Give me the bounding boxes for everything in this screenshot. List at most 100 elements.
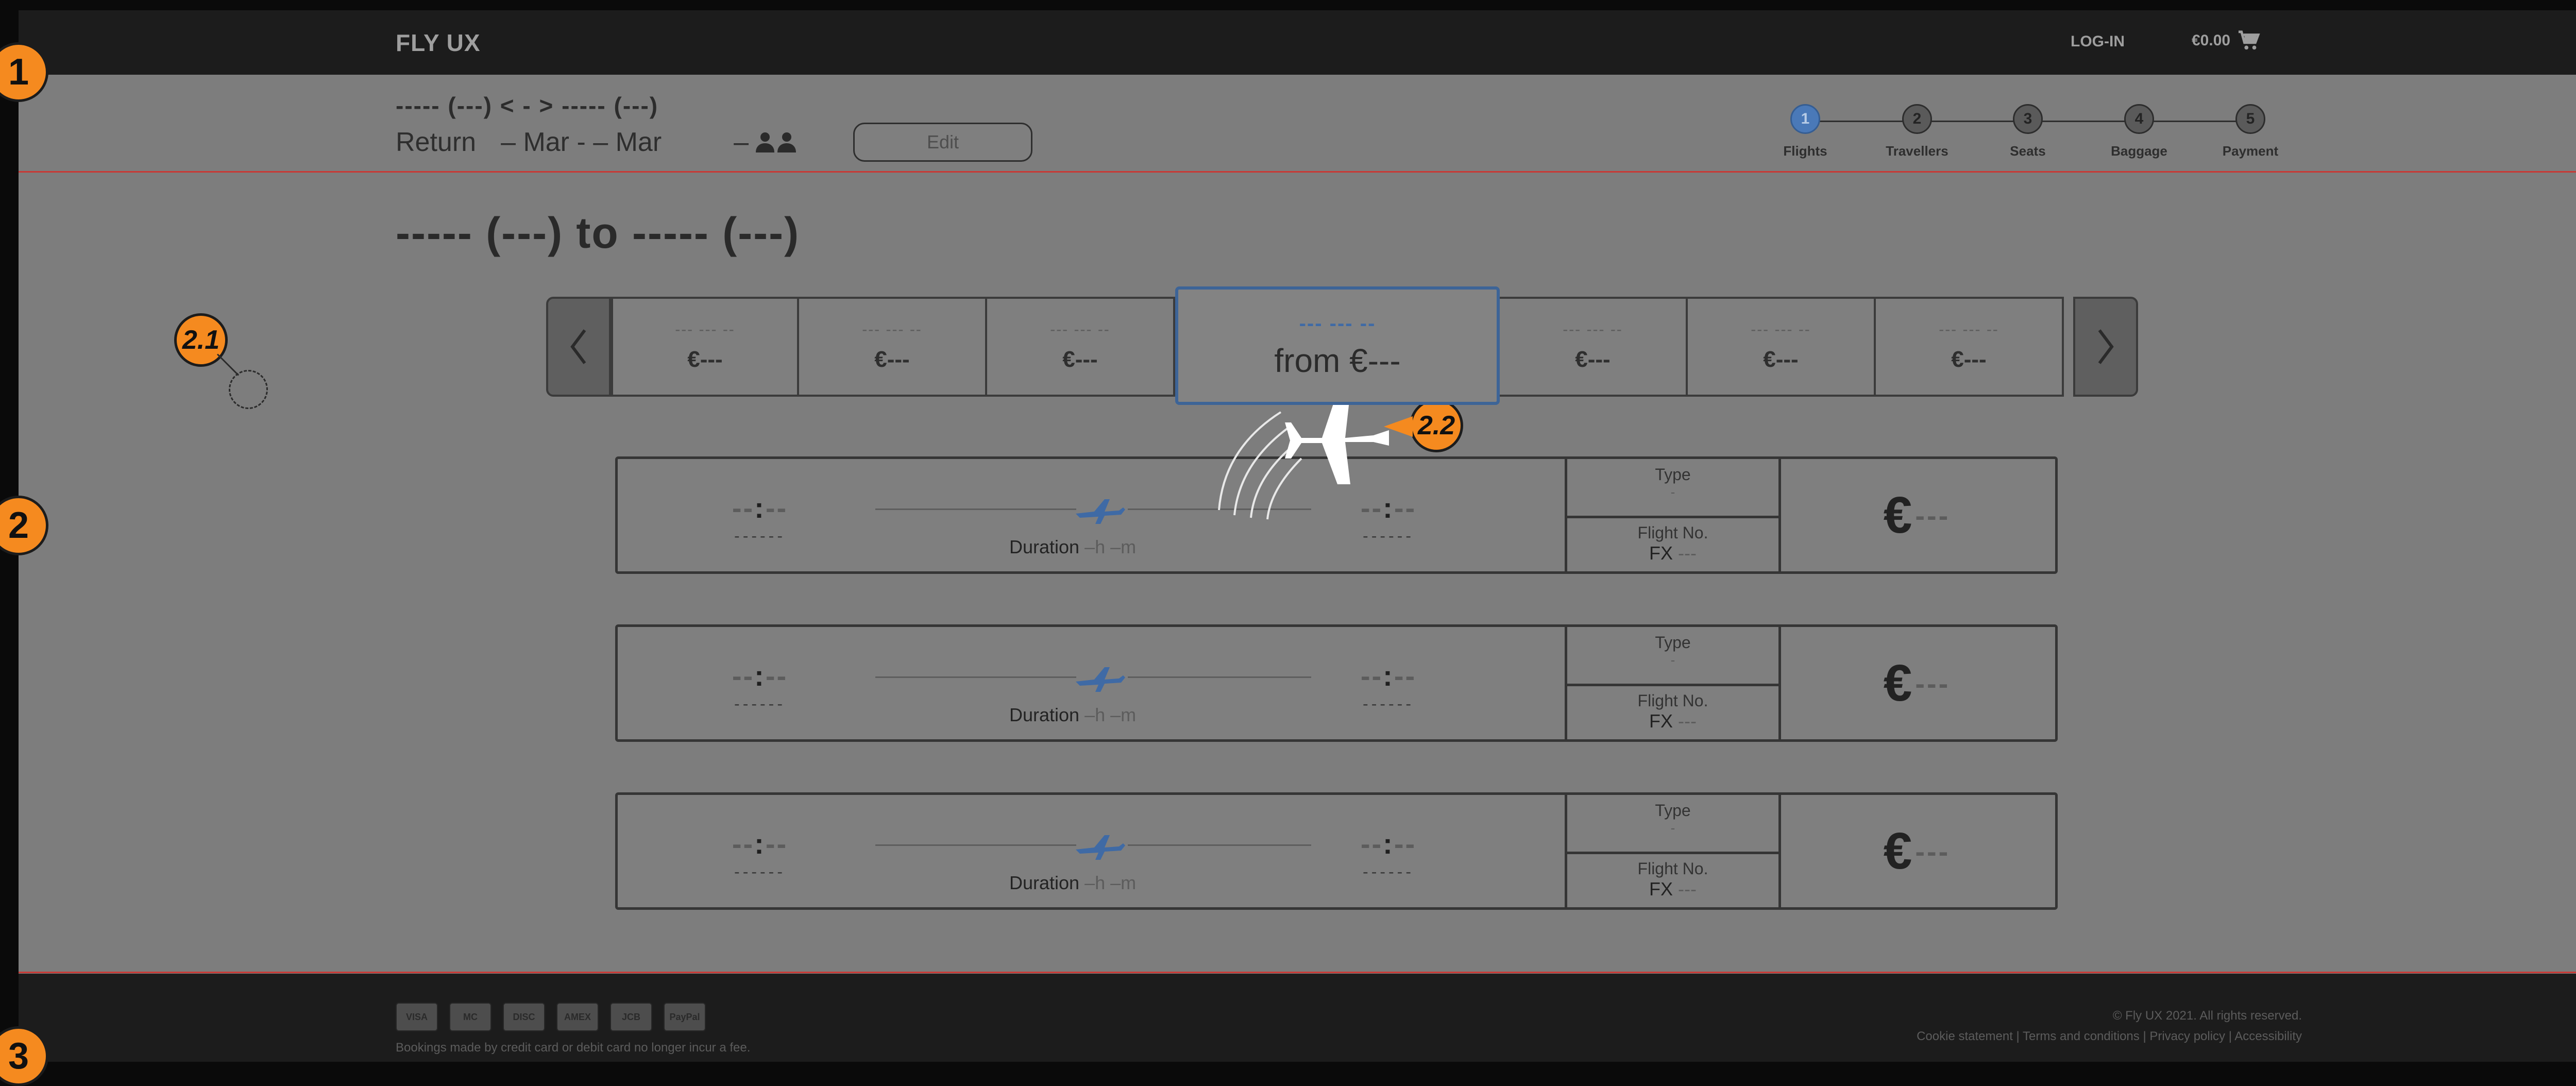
footer: VISA MC DISC AMEX JCB PayPal Bookings ma…: [19, 974, 2576, 1062]
cart-button[interactable]: €0.00: [2192, 30, 2261, 52]
step-travellers[interactable]: 2 Travellers: [1881, 104, 1953, 159]
date-option-price: €---: [1763, 347, 1799, 372]
date-option-price: €---: [687, 347, 723, 372]
flight-option[interactable]: --:-- ------ --:-- ------ Duration –h –m…: [615, 792, 2058, 910]
flight-number-value: FX ---: [1649, 710, 1697, 732]
flight-number: Flight No. FX ---: [1567, 686, 1778, 732]
aircraft-type: Type -: [1567, 795, 1778, 854]
date-option[interactable]: --- --- -- €---: [987, 297, 1175, 397]
flight-option[interactable]: --:-- ------ --:-- ------ Duration –h –m…: [615, 624, 2058, 742]
flight-number: Flight No. FX ---: [1567, 518, 1778, 564]
departure-time: --:--: [732, 491, 788, 524]
section-divider-bottom: [19, 972, 2576, 973]
date-option[interactable]: --- --- -- €---: [1688, 297, 1876, 397]
login-link[interactable]: LOG-IN: [2071, 33, 2125, 50]
date-option-date: --- --- --: [1751, 321, 1811, 338]
flight-duration: Duration –h –m: [1009, 704, 1136, 726]
duration-value: –h –m: [1079, 872, 1137, 893]
departure: --:-- ------: [703, 491, 817, 546]
flight-number-value: FX ---: [1649, 542, 1697, 564]
duration-label: Duration: [1009, 872, 1080, 893]
flight-number-label: Flight No.: [1637, 523, 1708, 542]
flight-number: Flight No. FX ---: [1567, 854, 1778, 900]
aircraft-type: Type -: [1567, 459, 1778, 518]
arrival-time: --:--: [1360, 659, 1417, 692]
mastercard-icon: MC: [449, 1003, 492, 1031]
passenger-count: –: [734, 127, 799, 158]
departure-time: --:--: [732, 827, 788, 860]
aircraft-type: Type -: [1567, 627, 1778, 686]
logo[interactable]: FLY UX: [396, 29, 481, 57]
type-value: -: [1670, 820, 1675, 836]
annotation-pointer-arrow: [1384, 416, 1413, 437]
step-number: 1: [1790, 104, 1820, 134]
date-option-price: €---: [1951, 347, 1987, 372]
date-option[interactable]: --- --- -- €---: [611, 297, 799, 397]
step-flights[interactable]: 1 Flights: [1769, 104, 1841, 159]
duration-label: Duration: [1009, 536, 1080, 557]
footer-links[interactable]: Cookie statement | Terms and conditions …: [1917, 1029, 2302, 1044]
date-option[interactable]: --- --- -- €---: [799, 297, 987, 397]
plane-icon: [1076, 835, 1125, 860]
paypal-icon: PayPal: [664, 1003, 706, 1031]
type-value: -: [1670, 652, 1675, 668]
duration-label: Duration: [1009, 704, 1080, 725]
departure-code: ------: [734, 527, 786, 545]
flight-price[interactable]: € ---: [1778, 627, 2055, 739]
route-line: [1128, 676, 1311, 678]
step-number: 2: [1902, 104, 1932, 134]
duration-value: –h –m: [1079, 536, 1137, 557]
type-label: Type: [1655, 801, 1691, 820]
edit-search-button[interactable]: Edit: [853, 123, 1032, 162]
plane-icon: [1076, 499, 1125, 524]
step-baggage[interactable]: 4 Baggage: [2103, 104, 2175, 159]
next-dates-button[interactable]: [2073, 297, 2138, 397]
type-value: -: [1670, 484, 1675, 500]
route-line: [875, 676, 1076, 678]
discover-card-icon: DISC: [503, 1003, 545, 1031]
type-label: Type: [1655, 633, 1691, 652]
date-option-date: --- --- --: [1299, 312, 1376, 335]
top-bar: FLY UX LOG-IN €0.00: [19, 10, 2576, 75]
page-title: ----- (---) to ----- (---): [396, 209, 800, 257]
arrival: --:-- ------: [1332, 659, 1445, 714]
payment-methods: VISA MC DISC AMEX JCB PayPal: [396, 1003, 706, 1031]
cursor-target-indicator: [229, 370, 268, 409]
arrival-code: ------: [1363, 862, 1414, 881]
date-option-date: --- --- --: [1563, 321, 1623, 338]
route-line: [875, 844, 1076, 846]
step-label: Payment: [2222, 143, 2279, 159]
date-option-date: --- --- --: [675, 321, 735, 338]
step-label: Baggage: [2111, 143, 2167, 159]
duration-value: –h –m: [1079, 704, 1137, 725]
step-seats[interactable]: 3 Seats: [1992, 104, 2064, 159]
flight-number-label: Flight No.: [1637, 691, 1708, 710]
previous-dates-button[interactable]: [546, 297, 611, 397]
flight-price[interactable]: € ---: [1778, 459, 2055, 571]
shopping-cart-icon: [2239, 30, 2260, 50]
arrival-code: ------: [1363, 694, 1414, 713]
trip-summary: Return – Mar - – Mar –: [396, 127, 799, 158]
date-option[interactable]: --- --- -- €---: [1500, 297, 1688, 397]
date-option-selected[interactable]: --- --- -- from €---: [1175, 286, 1500, 405]
route-summary: ----- (---) < - > ----- (---): [396, 92, 659, 119]
flight-price[interactable]: € ---: [1778, 795, 2055, 907]
passengers-icon: [756, 132, 796, 152]
visa-card-icon: VISA: [396, 1003, 438, 1031]
date-option-price: €---: [874, 347, 910, 372]
arrival-time: --:--: [1360, 827, 1417, 860]
step-label: Travellers: [1886, 143, 1948, 159]
date-option-price: from €---: [1274, 342, 1401, 379]
departure-code: ------: [734, 862, 786, 881]
step-label: Flights: [1783, 143, 1827, 159]
amex-card-icon: AMEX: [556, 1003, 599, 1031]
annotation-2-2-badge: 2.2: [1410, 399, 1463, 452]
arrival: --:-- ------: [1332, 827, 1445, 881]
flight-duration: Duration –h –m: [1009, 872, 1136, 894]
section-divider-top: [19, 171, 2576, 173]
step-payment[interactable]: 5 Payment: [2214, 104, 2286, 159]
flight-info: Type - Flight No. FX ---: [1565, 459, 1781, 571]
date-option[interactable]: --- --- -- €---: [1876, 297, 2064, 397]
flight-info: Type - Flight No. FX ---: [1565, 627, 1781, 739]
flight-number-value: FX ---: [1649, 878, 1697, 900]
